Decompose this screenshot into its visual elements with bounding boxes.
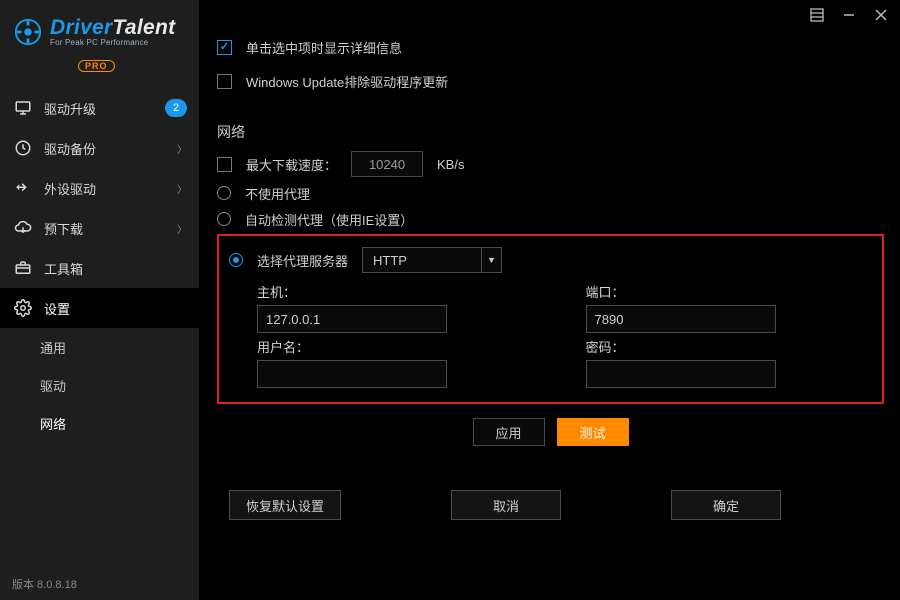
logo-gear-icon xyxy=(12,16,44,48)
subnav-driver[interactable]: 驱动 xyxy=(0,366,199,404)
radio-proxy-auto[interactable] xyxy=(217,212,231,226)
checkbox-wu-exclude[interactable] xyxy=(217,74,232,89)
nav-settings[interactable]: 设置 xyxy=(0,288,199,328)
nav-label: 预下载 xyxy=(44,219,83,238)
radio-label: 选择代理服务器 xyxy=(257,251,348,270)
main-panel: 单击选中项时显示详细信息 Windows Update排除驱动程序更新 网络 最… xyxy=(199,0,900,600)
test-button[interactable]: 测试 xyxy=(557,418,629,446)
nav-driver-upgrade[interactable]: 驱动升级 2 xyxy=(0,88,199,128)
nav: 驱动升级 2 驱动备份 〉 外设驱动 〉 预下 xyxy=(0,88,199,442)
settings-subnav: 通用 驱动 网络 xyxy=(0,328,199,442)
radio-proxy-none[interactable] xyxy=(217,186,231,200)
proxy-host-input[interactable] xyxy=(257,305,447,333)
max-speed-input[interactable] xyxy=(351,151,423,177)
cancel-button[interactable]: 取消 xyxy=(451,490,561,520)
chevron-right-icon: 〉 xyxy=(177,221,187,236)
nav-predownload[interactable]: 预下载 〉 xyxy=(0,208,199,248)
pro-badge: PRO xyxy=(78,60,115,72)
nav-label: 外设驱动 xyxy=(44,179,96,198)
user-label: 用户名： xyxy=(257,337,544,356)
cloud-download-icon xyxy=(12,217,34,239)
logo: DriverTalent For Peak PC Performance xyxy=(0,0,199,58)
menu-icon[interactable] xyxy=(808,6,826,24)
speed-unit: KB/s xyxy=(437,157,464,172)
version-label: 版本 8.0.8.18 xyxy=(12,576,77,592)
pass-label: 密码： xyxy=(586,337,873,356)
apply-button[interactable]: 应用 xyxy=(473,418,545,446)
nav-toolbox[interactable]: 工具箱 xyxy=(0,248,199,288)
checkbox-label: Windows Update排除驱动程序更新 xyxy=(246,72,448,91)
nav-peripheral-drivers[interactable]: 外设驱动 〉 xyxy=(0,168,199,208)
backup-icon xyxy=(12,137,34,159)
proxy-protocol-combo[interactable]: HTTP ▼ xyxy=(362,247,502,273)
restore-defaults-button[interactable]: 恢复默认设置 xyxy=(229,490,341,520)
checkbox-max-speed[interactable] xyxy=(217,157,232,172)
checkbox-single-click-detail[interactable] xyxy=(217,40,232,55)
section-network-title: 网络 xyxy=(217,122,884,142)
radio-label: 自动检测代理（使用IE设置） xyxy=(245,210,413,229)
proxy-port-input[interactable] xyxy=(586,305,776,333)
chevron-right-icon: 〉 xyxy=(177,141,187,156)
minimize-button[interactable] xyxy=(840,6,858,24)
ok-button[interactable]: 确定 xyxy=(671,490,781,520)
chevron-down-icon: ▼ xyxy=(481,247,501,273)
monitor-icon xyxy=(12,97,34,119)
subnav-general[interactable]: 通用 xyxy=(0,328,199,366)
proxy-user-input[interactable] xyxy=(257,360,447,388)
logo-subtitle: For Peak PC Performance xyxy=(50,39,175,47)
max-speed-label: 最大下载速度： xyxy=(246,155,337,174)
nav-label: 驱动升级 xyxy=(44,99,96,118)
subnav-network[interactable]: 网络 xyxy=(0,404,199,442)
proxy-settings-box: 选择代理服务器 HTTP ▼ 主机： 端口： xyxy=(217,234,884,404)
radio-label: 不使用代理 xyxy=(245,184,310,203)
sidebar: DriverTalent For Peak PC Performance PRO… xyxy=(0,0,199,600)
update-count-badge: 2 xyxy=(165,99,187,117)
nav-label: 驱动备份 xyxy=(44,139,96,158)
combo-value: HTTP xyxy=(363,253,481,268)
logo-title: DriverTalent xyxy=(50,17,175,38)
close-button[interactable] xyxy=(872,6,890,24)
port-label: 端口： xyxy=(586,282,873,301)
toolbox-icon xyxy=(12,257,34,279)
proxy-pass-input[interactable] xyxy=(586,360,776,388)
nav-label: 设置 xyxy=(44,299,70,318)
radio-proxy-manual[interactable] xyxy=(229,253,243,267)
checkbox-label: 单击选中项时显示详细信息 xyxy=(246,38,402,57)
gear-icon xyxy=(12,297,34,319)
nav-driver-backup[interactable]: 驱动备份 〉 xyxy=(0,128,199,168)
nav-label: 工具箱 xyxy=(44,259,83,278)
usb-icon xyxy=(12,177,34,199)
host-label: 主机： xyxy=(257,282,544,301)
titlebar xyxy=(199,0,900,30)
chevron-right-icon: 〉 xyxy=(177,181,187,196)
